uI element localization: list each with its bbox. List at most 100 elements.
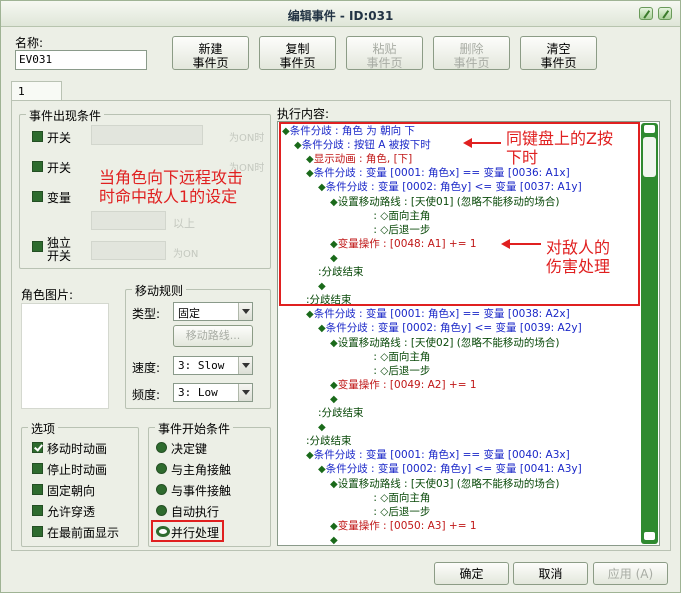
- diamond-icon: ◆: [330, 337, 338, 349]
- new-page-button[interactable]: 新建 事件页: [172, 36, 249, 70]
- annotation-arrow-top-line: [471, 142, 501, 144]
- speed-value: 3: Slow: [178, 359, 225, 372]
- annotation-left-2: 时命中敌人1的设定: [99, 187, 238, 206]
- copy-page-button[interactable]: 复制 事件页: [259, 36, 336, 70]
- command-text: 变量操作 : [0049: A2] += 1: [337, 378, 477, 391]
- command-text: 设置移动路线 : [天使02] (忽略不能移动的场合): [337, 336, 560, 349]
- ok-button[interactable]: 确定: [434, 562, 509, 585]
- command-text: 条件分歧 : 变量 [0001: 角色x] == 变量 [0038: A2x]: [313, 308, 570, 321]
- command-line[interactable]: ◆条件分歧 : 变量 [0001: 角色x] == 变量 [0040: A3x]: [306, 449, 570, 462]
- command-line[interactable]: ◆条件分歧 : 变量 [0001: 角色x] == 变量 [0038: A2x]: [306, 308, 570, 321]
- option-checkbox[interactable]: [32, 463, 43, 474]
- delete-page-button[interactable]: 删除 事件页: [433, 36, 510, 70]
- above-label: 以上: [173, 217, 195, 230]
- option-checkbox[interactable]: [32, 526, 43, 537]
- command-text: 条件分歧 : 变量 [0002: 角色y] <= 变量 [0041: A3y]: [325, 463, 582, 476]
- trigger-radio[interactable]: [156, 463, 167, 474]
- name-input[interactable]: EV031: [15, 50, 147, 70]
- frequency-value: 3: Low: [178, 386, 218, 399]
- command-text: : ◇后退一步: [330, 505, 431, 518]
- command-line[interactable]: ◆条件分歧 : 变量 [0002: 角色y] <= 变量 [0041: A3y]: [318, 463, 582, 476]
- apply-button[interactable]: 应用 (A): [593, 562, 668, 585]
- self-switch-checkbox[interactable]: [32, 241, 43, 252]
- cancel-button[interactable]: 取消: [513, 562, 588, 585]
- speed-select[interactable]: 3: Slow: [173, 356, 253, 375]
- option-checkbox[interactable]: [32, 505, 43, 516]
- chevron-down-icon: [238, 303, 252, 320]
- annotation-damage: 对敌人的 伤害处理: [546, 238, 610, 276]
- speed-label: 速度:: [132, 361, 161, 375]
- command-line[interactable]: ◆: [318, 421, 326, 434]
- command-line[interactable]: :分歧结束: [306, 435, 352, 447]
- option-checkbox[interactable]: [32, 442, 43, 453]
- switch1-label: 开关: [47, 131, 72, 145]
- switch2-checkbox[interactable]: [32, 161, 43, 172]
- switch1-checkbox[interactable]: [32, 131, 43, 142]
- diamond-icon: ◆: [330, 534, 338, 546]
- annotation-arrow-damage-line: [509, 243, 541, 245]
- trigger-radio[interactable]: [156, 484, 167, 495]
- command-line[interactable]: ◆设置移动路线 : [天使03] (忽略不能移动的场合): [330, 478, 560, 491]
- command-text: : ◇面向主角: [330, 491, 431, 504]
- self-switch-label: 独立 开关: [47, 237, 71, 263]
- annotation-top-1: 同键盘上的Z按: [506, 129, 613, 148]
- command-line[interactable]: : ◇后退一步: [330, 365, 430, 377]
- command-line[interactable]: : ◇后退一步: [330, 506, 430, 518]
- switch1-select[interactable]: [91, 125, 203, 145]
- new-page-line1: 新建: [198, 42, 223, 56]
- scroll-thumb[interactable]: [643, 137, 656, 177]
- self-switch-on-label: 为ON: [173, 249, 199, 260]
- annotation-damage-1: 对敌人的: [546, 238, 611, 257]
- close-icon[interactable]: [658, 7, 672, 20]
- option-checkbox[interactable]: [32, 484, 43, 495]
- delete-page-line1: 删除: [459, 42, 484, 56]
- command-line[interactable]: ◆设置移动路线 : [天使02] (忽略不能移动的场合): [330, 337, 560, 350]
- paste-page-button[interactable]: 粘贴 事件页: [346, 36, 423, 70]
- command-line[interactable]: :分歧结束: [318, 407, 364, 419]
- copy-page-line2: 事件页: [279, 56, 316, 70]
- command-line[interactable]: ◆变量操作 : [0050: A3] += 1: [330, 520, 477, 533]
- self-switch-label-2: 开关: [47, 249, 72, 263]
- trigger-radio[interactable]: [156, 505, 167, 516]
- minimize-icon[interactable]: [639, 7, 653, 20]
- contents-label: 执行内容:: [277, 107, 330, 121]
- new-page-line2: 事件页: [192, 56, 229, 70]
- option-label: 允许穿透: [47, 505, 96, 519]
- clear-page-button[interactable]: 清空 事件页: [520, 36, 597, 70]
- command-line[interactable]: ◆条件分歧 : 变量 [0002: 角色y] <= 变量 [0039: A2y]: [318, 322, 582, 335]
- diamond-icon: ◆: [306, 450, 314, 462]
- command-text: :分歧结束: [306, 435, 352, 448]
- variable-label: 变量: [47, 191, 72, 205]
- tab-page-1-label: 1: [18, 85, 25, 98]
- trigger-label: 自动执行: [171, 505, 220, 519]
- diamond-icon: ◆: [330, 379, 338, 391]
- diamond-icon: ◆: [330, 478, 338, 490]
- command-text: : ◇后退一步: [330, 364, 431, 377]
- variable-checkbox[interactable]: [32, 191, 43, 202]
- option-label: 移动时动画: [47, 442, 108, 456]
- command-line[interactable]: ◆: [330, 534, 338, 546]
- command-line[interactable]: : ◇面向主角: [330, 351, 430, 363]
- scroll-up-icon[interactable]: [644, 125, 655, 133]
- command-line[interactable]: ◆: [330, 393, 338, 406]
- move-type-select[interactable]: 固定: [173, 302, 253, 321]
- scroll-down-icon[interactable]: [644, 532, 655, 540]
- paste-page-line2: 事件页: [366, 56, 403, 70]
- annotation-damage-2: 伤害处理: [546, 257, 611, 276]
- frequency-label: 频度:: [132, 388, 161, 402]
- conditions-title: 事件出现条件: [26, 107, 105, 124]
- move-type-label: 类型:: [132, 307, 161, 321]
- scrollbar[interactable]: [641, 123, 658, 544]
- variable-value-field[interactable]: [91, 211, 166, 230]
- graphic-label: 角色图片:: [21, 288, 74, 302]
- self-switch-select[interactable]: [91, 241, 166, 260]
- move-route-button[interactable]: 移动路线...: [173, 325, 253, 347]
- frequency-select[interactable]: 3: Low: [173, 383, 253, 402]
- tab-page-1[interactable]: 1: [11, 81, 62, 101]
- delete-page-line2: 事件页: [453, 56, 490, 70]
- command-line[interactable]: ◆变量操作 : [0049: A2] += 1: [330, 379, 477, 392]
- trigger-radio[interactable]: [156, 442, 167, 453]
- graphic-preview[interactable]: [21, 303, 109, 409]
- command-line[interactable]: : ◇面向主角: [330, 492, 430, 504]
- paste-page-line1: 粘贴: [372, 42, 397, 56]
